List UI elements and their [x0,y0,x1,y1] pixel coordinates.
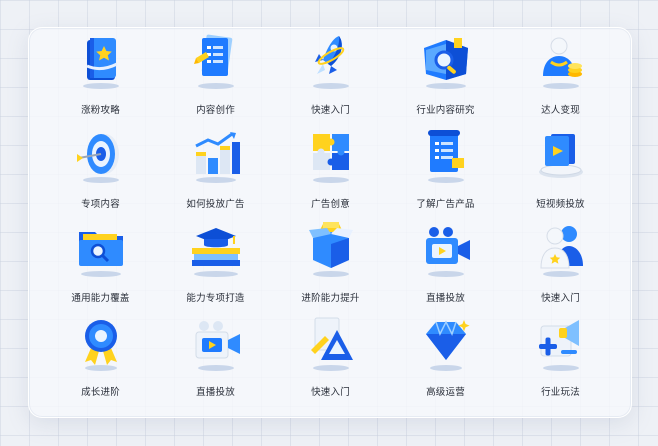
video-camera-icon [425,227,470,277]
graduation-cap-books-icon [191,228,240,277]
grid-item-12[interactable]: 能力专项打造 [158,218,273,312]
item-label: 快速入门 [311,105,350,116]
diamond-icon [425,320,470,371]
rocket-icon [312,36,349,89]
item-label: 行业内容研究 [416,105,475,116]
item-label: 达人变现 [541,105,580,116]
target-dart-icon [76,134,119,183]
folder-search-icon [78,232,123,277]
item-label: 专项内容 [81,199,120,210]
book-magnifier-icon [423,38,468,89]
grid-item-14[interactable]: 直播投放 [388,218,503,312]
item-label: 了解广告产品 [416,199,475,210]
item-label: 进阶能力提升 [301,293,360,304]
item-label: 行业玩法 [541,387,580,398]
item-label: 短视频投放 [536,199,585,210]
bar-chart-growth-icon [194,132,240,183]
grid-item-10[interactable]: 短视频投放 [503,124,618,218]
grid-item-17[interactable]: 直播投放 [158,312,273,406]
item-label: 涨粉攻略 [81,105,120,116]
video-camera-icon [195,321,240,371]
triangle-ruler-icon [310,317,353,371]
grid-item-19[interactable]: 高级运营 [388,312,503,406]
grid-item-15[interactable]: 快速入门 [503,218,618,312]
star-book-icon [82,38,119,89]
item-label: 直播投放 [426,293,465,304]
grid-item-4[interactable]: 行业内容研究 [388,30,503,124]
grid-item-1[interactable]: 涨粉攻略 [43,30,158,124]
megaphone-plus-icon [538,320,579,371]
icon-grid: 涨粉攻略 内容创作 快速入门 行业内容研究 达人变现 专项内容 如何投放广告 广… [43,30,618,406]
grid-item-2[interactable]: 内容创作 [158,30,273,124]
item-label: 快速入门 [541,293,580,304]
puzzle-icon [312,134,349,183]
scroll-list-icon [427,130,464,183]
user-group-icon [539,226,583,277]
document-pen-icon [193,34,234,89]
grid-item-18[interactable]: 快速入门 [273,312,388,406]
grid-item-9[interactable]: 了解广告产品 [388,124,503,218]
item-label: 广告创意 [311,199,350,210]
grid-item-13[interactable]: 进阶能力提升 [273,218,388,312]
grid-item-20[interactable]: 行业玩法 [503,312,618,406]
item-label: 如何投放广告 [186,199,245,210]
item-label: 能力专项打造 [186,293,245,304]
item-label: 内容创作 [196,105,235,116]
grid-item-6[interactable]: 专项内容 [43,124,158,218]
item-label: 成长进阶 [81,387,120,398]
open-box-icon [308,222,353,277]
grid-item-16[interactable]: 成长进阶 [43,312,158,406]
item-label: 通用能力覆盖 [71,293,130,304]
person-coins-icon [542,37,582,89]
award-medal-icon [84,320,117,371]
grid-item-11[interactable]: 通用能力覆盖 [43,218,158,312]
item-label: 直播投放 [196,387,235,398]
grid-item-7[interactable]: 如何投放广告 [158,124,273,218]
item-label: 快速入门 [311,387,350,398]
grid-item-8[interactable]: 广告创意 [273,124,388,218]
grid-item-5[interactable]: 达人变现 [503,30,618,124]
video-cards-icon [538,134,583,178]
item-label: 高级运营 [426,387,465,398]
grid-item-3[interactable]: 快速入门 [273,30,388,124]
